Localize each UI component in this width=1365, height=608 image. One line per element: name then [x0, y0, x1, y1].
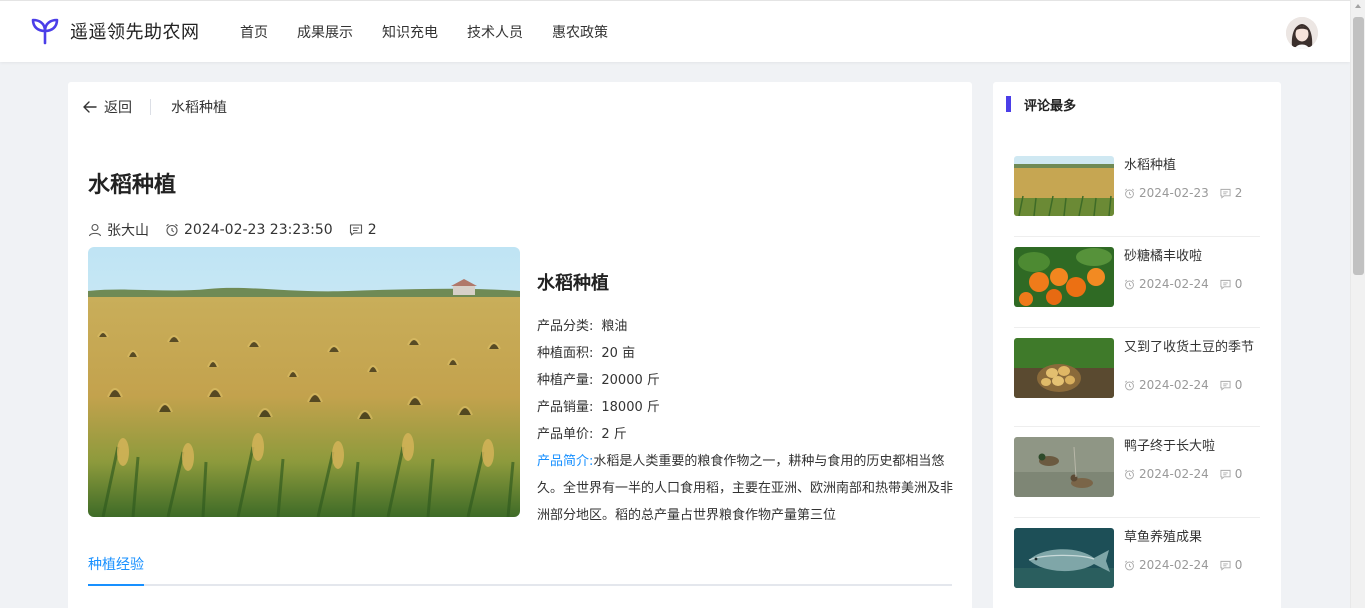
arrow-left-icon	[83, 101, 97, 113]
nav-item-knowledge[interactable]: 知识充电	[382, 22, 438, 42]
author: 张大山	[88, 220, 149, 240]
product-field-yield: 种植产量: 20000 斤	[537, 373, 660, 388]
list-item-title: 草鱼养殖成果	[1124, 530, 1203, 545]
product-info: 水稻种植 产品分类: 粮油 种植面积: 20 亩 种植产量: 20000 斤 产品销量…	[537, 247, 953, 529]
site-name: 遥遥领先助农网	[70, 22, 200, 43]
comment-count-value: 2	[367, 222, 377, 238]
rice-thumbnail	[1014, 156, 1114, 216]
most-commented-panel: 评论最多 水稻种植 2024-02-23 2 砂糖橘丰收啦 2024-02-24…	[993, 82, 1281, 608]
publish-time: 2024-02-23 23:23:50	[165, 222, 333, 238]
article-meta: 张大山 2024-02-23 23:23:50 2	[88, 220, 393, 240]
back-button[interactable]: 返回	[82, 97, 132, 117]
list-item-title: 砂糖橘丰收啦	[1124, 249, 1203, 264]
avatar-image	[1286, 17, 1318, 49]
comment-icon	[1220, 380, 1231, 391]
list-item-meta: 2024-02-24 0	[1124, 277, 1242, 291]
list-item[interactable]: 水稻种植 2024-02-23 2	[1014, 146, 1260, 237]
sprout-logo-icon	[31, 18, 59, 45]
comment-icon	[349, 224, 362, 236]
nav-item-home[interactable]: 首页	[240, 22, 268, 42]
duck-thumbnail	[1014, 437, 1114, 497]
comment-icon	[1220, 560, 1231, 571]
product-name: 水稻种植	[537, 273, 609, 294]
product-fields: 产品分类: 粮油 种植面积: 20 亩 种植产量: 20000 斤 产品销量: 1800…	[537, 313, 953, 529]
back-label: 返回	[104, 100, 132, 116]
list-item-title: 又到了收货土豆的季节	[1124, 340, 1255, 355]
breadcrumb-current: 水稻种植	[171, 100, 227, 116]
page-scrollbar[interactable]	[1350, 0, 1365, 608]
orange-thumbnail	[1014, 247, 1114, 307]
comment-icon	[1220, 469, 1231, 480]
rice-field-photo	[88, 247, 520, 517]
fish-thumbnail	[1014, 528, 1114, 588]
scroll-up-arrow-icon[interactable]	[1355, 4, 1361, 8]
breadcrumb-divider	[150, 99, 151, 115]
top-header: 遥遥领先助农网 首页 成果展示 知识充电 技术人员 惠农政策	[0, 0, 1350, 62]
user-icon	[88, 223, 102, 237]
product-intro: 产品简介:水稻是人类重要的粮食作物之一，耕种与食用的历史都相当悠久。全世界有一半…	[537, 454, 953, 523]
article-card: 返回 水稻种植 水稻种植 张大山 2024-02-23 23:23:50 2 水…	[68, 82, 972, 608]
publish-datetime: 2024-02-23 23:23:50	[184, 222, 333, 238]
alarm-clock-icon	[1124, 469, 1135, 479]
potato-thumbnail	[1014, 338, 1114, 398]
product-field-price: 产品单价: 2 斤	[537, 427, 627, 442]
scrollbar-thumb[interactable]	[1353, 17, 1364, 275]
product-field-sales: 产品销量: 18000 斤	[537, 400, 660, 415]
site-logo[interactable]: 遥遥领先助农网	[30, 17, 200, 45]
product-field-area: 种植面积: 20 亩	[537, 346, 636, 361]
alarm-clock-icon	[1124, 188, 1135, 198]
list-item-meta: 2024-02-24 0	[1124, 558, 1242, 572]
list-item[interactable]: 草鱼养殖成果 2024-02-24 0	[1014, 518, 1260, 608]
breadcrumb: 返回 水稻种植	[82, 96, 227, 118]
author-name: 张大山	[107, 223, 149, 239]
nav-item-technicians[interactable]: 技术人员	[467, 22, 523, 42]
comment-icon	[1220, 279, 1231, 290]
list-item-title: 鸭子终于长大啦	[1124, 439, 1216, 454]
header-accent-bar	[1006, 96, 1011, 112]
article-title: 水稻种植	[88, 173, 177, 198]
list-item[interactable]: 砂糖橘丰收啦 2024-02-24 0	[1014, 237, 1260, 328]
list-item[interactable]: 又到了收货土豆的季节 2024-02-24 0	[1014, 328, 1260, 427]
panel-title: 评论最多	[1024, 98, 1077, 114]
panel-header: 评论最多	[1006, 95, 1077, 114]
tab-planting-experience[interactable]: 种植经验	[88, 554, 144, 586]
comment-icon	[1220, 188, 1231, 199]
product-field-category: 产品分类: 粮油	[537, 319, 628, 334]
comment-count: 2	[349, 222, 377, 238]
main-nav: 首页 成果展示 知识充电 技术人员 惠农政策	[240, 22, 637, 42]
user-avatar[interactable]	[1286, 17, 1318, 49]
list-item-title: 水稻种植	[1124, 158, 1177, 173]
list-item-meta: 2024-02-24 0	[1124, 467, 1242, 481]
list-item-meta: 2024-02-23 2	[1124, 186, 1242, 200]
alarm-clock-icon	[166, 223, 178, 237]
alarm-clock-icon	[1124, 560, 1135, 570]
most-commented-list: 水稻种植 2024-02-23 2 砂糖橘丰收啦 2024-02-24 0 又到…	[1014, 146, 1260, 608]
content-tabs: 种植经验	[88, 554, 952, 586]
nav-item-achievements[interactable]: 成果展示	[297, 22, 353, 42]
alarm-clock-icon	[1124, 380, 1135, 390]
list-item-meta: 2024-02-24 0	[1124, 378, 1242, 392]
list-item[interactable]: 鸭子终于长大啦 2024-02-24 0	[1014, 427, 1260, 518]
nav-item-policies[interactable]: 惠农政策	[552, 22, 608, 42]
alarm-clock-icon	[1124, 279, 1135, 289]
